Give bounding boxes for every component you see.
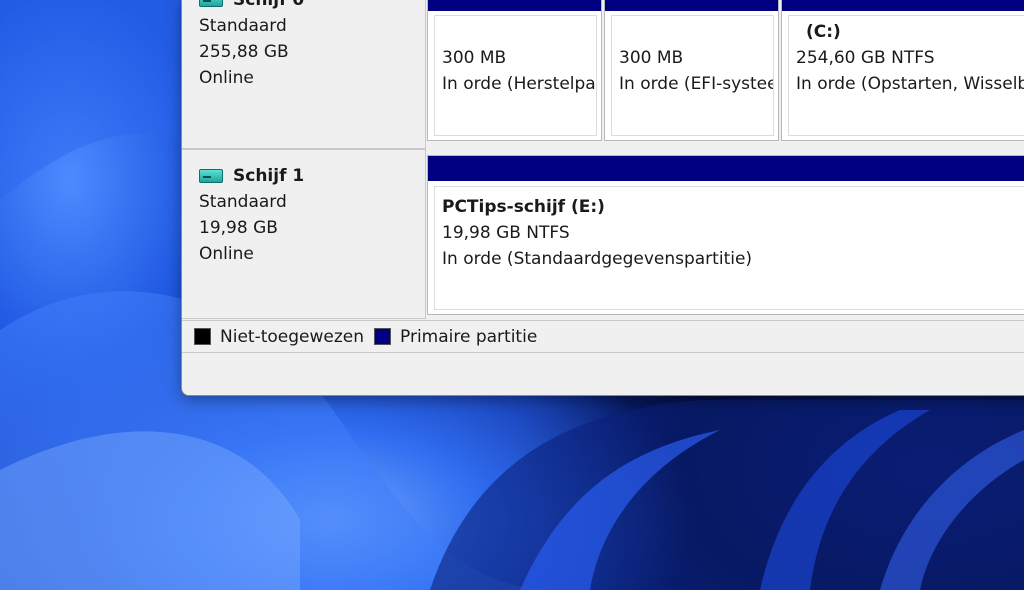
disk-1-partitions: PCTips-schijf (E:) 19,98 GB NTFS In orde… bbox=[427, 149, 1024, 319]
disk-0-title-row: Schijf 0 bbox=[199, 0, 425, 13]
hard-disk-icon bbox=[199, 0, 223, 7]
disk-0-label[interactable]: Schijf 0 Standaard 255,88 GB Online bbox=[182, 0, 426, 149]
partition-e-size: 19,98 GB NTFS bbox=[442, 223, 570, 243]
partition-e-name: PCTips-schijf (E:) bbox=[442, 197, 605, 217]
disk-1-size: 19,98 GB bbox=[199, 218, 278, 238]
legend-label-unallocated: Niet-toegewezen bbox=[220, 326, 364, 347]
partition-efi-size: 300 MB bbox=[619, 48, 684, 68]
status-bar bbox=[182, 353, 1024, 395]
disk-0-title: Schijf 0 bbox=[233, 0, 305, 10]
disk-1-status: Online bbox=[199, 244, 254, 264]
partition-recovery-size: 300 MB bbox=[442, 48, 507, 68]
partition-c-status: In orde (Opstarten, Wisselbestand bbox=[796, 74, 1024, 94]
disk-0-partitions: 300 MB In orde (Herstelpartitie) 300 MB … bbox=[427, 0, 1024, 147]
partition-recovery-status: In orde (Herstelpartitie) bbox=[442, 74, 596, 94]
partition-c-name: (C:) bbox=[806, 22, 841, 42]
disk-management-window: Schijf 0 Standaard 255,88 GB Online 300 … bbox=[181, 0, 1024, 396]
partition-c-size: 254,60 GB NTFS bbox=[796, 48, 935, 68]
disk-1-title-row: Schijf 1 bbox=[199, 163, 425, 189]
partition-efi[interactable]: 300 MB In orde (EFI-systeempartitie) bbox=[604, 0, 779, 141]
legend-swatch-primary bbox=[374, 328, 391, 345]
legend-bar: Niet-toegewezen Primaire partitie bbox=[182, 320, 1024, 353]
disk-1-label[interactable]: Schijf 1 Standaard 19,98 GB Online bbox=[182, 149, 426, 319]
disk-0-size: 255,88 GB bbox=[199, 42, 289, 62]
legend-item-unallocated: Niet-toegewezen bbox=[194, 327, 364, 347]
disk-0-status: Online bbox=[199, 68, 254, 88]
partition-efi-status: In orde (EFI-systeempartitie) bbox=[619, 74, 773, 94]
hard-disk-icon bbox=[199, 169, 223, 183]
legend-label-primary: Primaire partitie bbox=[400, 326, 538, 347]
partition-e[interactable]: PCTips-schijf (E:) 19,98 GB NTFS In orde… bbox=[427, 155, 1024, 315]
legend-item-primary: Primaire partitie bbox=[374, 327, 537, 347]
disk-1-type: Standaard bbox=[199, 192, 287, 212]
partition-recovery[interactable]: 300 MB In orde (Herstelpartitie) bbox=[427, 0, 602, 141]
partition-c[interactable]: (C:) 254,60 GB NTFS In orde (Opstarten, … bbox=[781, 0, 1024, 141]
partition-e-status: In orde (Standaardgegevenspartitie) bbox=[442, 249, 753, 269]
disk-0-type: Standaard bbox=[199, 16, 287, 36]
disk-1-title: Schijf 1 bbox=[233, 166, 305, 186]
legend-swatch-unallocated bbox=[194, 328, 211, 345]
